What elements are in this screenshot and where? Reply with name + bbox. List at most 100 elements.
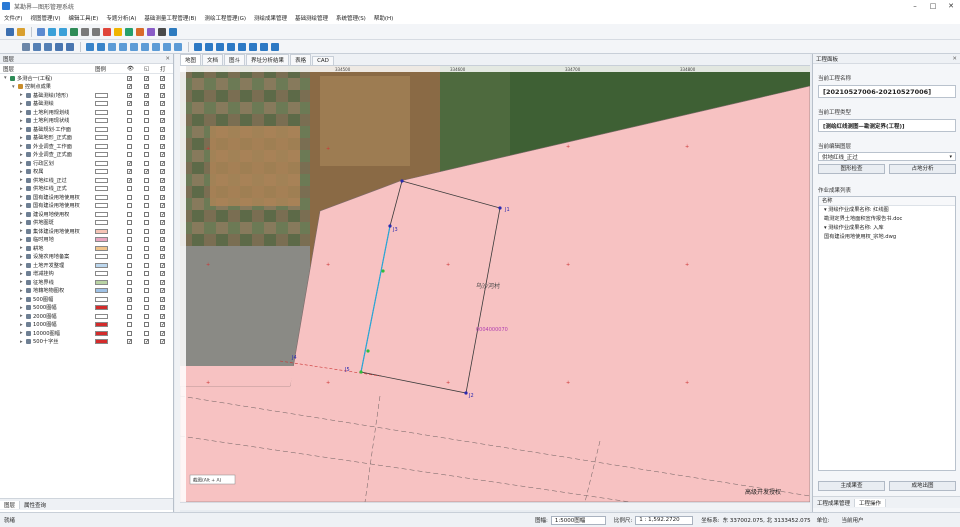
layer-tree-row[interactable]: ▸ 建设用地使用权 ✓: [0, 210, 173, 219]
layer-tree-row[interactable]: ▸ 外业调查_工作面 ✓: [0, 142, 173, 151]
edit-checkbox[interactable]: ✓: [160, 160, 165, 166]
menu-system[interactable]: 系统管理(S): [332, 14, 370, 22]
layer-tree-row[interactable]: ▸ 土地开发整理 ✓: [0, 261, 173, 270]
select-checkbox[interactable]: [144, 271, 149, 277]
layer-tree-row[interactable]: ▸ 供地图斑 ✓: [0, 219, 173, 228]
expand-icon[interactable]: ▸: [20, 143, 23, 149]
layer-tree-row[interactable]: ▸ 2000图幅 ✓: [0, 312, 173, 321]
select-checkbox[interactable]: ✓: [144, 92, 149, 98]
visible-checkbox[interactable]: ✓: [127, 169, 132, 175]
select-checkbox[interactable]: [144, 330, 149, 336]
select-checkbox[interactable]: [144, 160, 149, 166]
expand-icon[interactable]: ▸: [20, 228, 23, 234]
edit-checkbox[interactable]: ✓: [160, 143, 165, 149]
expand-icon[interactable]: ▸: [20, 262, 23, 268]
edit-checkbox[interactable]: ✓: [160, 203, 165, 209]
layer-tree-row[interactable]: ▸ 基础规划·工作面 ✓: [0, 125, 173, 134]
layer-tree-row[interactable]: ▸ 临时用地 ✓: [0, 236, 173, 245]
edit-checkbox[interactable]: ✓: [160, 92, 165, 98]
layer-tree-row[interactable]: ▾ 控制点成果 ✓ ✓ ✓: [0, 83, 173, 92]
layer-tree-row[interactable]: ▾ 多测合一(工程) ✓ ✓ ✓: [0, 74, 173, 83]
vertex-point[interactable]: [359, 370, 363, 374]
select-checkbox[interactable]: [144, 262, 149, 268]
menu-file[interactable]: 文件(F): [0, 14, 26, 22]
tab-layers[interactable]: 图层: [0, 500, 21, 509]
select-checkbox[interactable]: [144, 126, 149, 132]
expand-icon[interactable]: ▸: [20, 279, 23, 285]
layer-tree-row[interactable]: ▸ 设施农用地备案 ✓: [0, 253, 173, 262]
parcel-strip[interactable]: [180, 366, 295, 386]
expand-icon[interactable]: ▸: [20, 126, 23, 132]
reshape-icon[interactable]: [260, 42, 268, 51]
rotate-icon[interactable]: [152, 42, 160, 51]
layer-tree-row[interactable]: ▸ 基础地形_正式面 ✓: [0, 134, 173, 143]
layer-tree-row[interactable]: ▸ 供地红线_正式 ✓: [0, 185, 173, 194]
edit-checkbox[interactable]: ✓: [160, 279, 165, 285]
edit-vertex-icon[interactable]: [108, 42, 116, 51]
vertex-point[interactable]: [366, 349, 370, 353]
edit-checkbox[interactable]: ✓: [160, 194, 165, 200]
tab-attribute-query[interactable]: 属性查询: [20, 501, 50, 509]
select-checkbox[interactable]: [144, 254, 149, 260]
expand-icon[interactable]: ▸: [20, 186, 23, 192]
edit-checkbox[interactable]: ✓: [160, 271, 165, 277]
expand-icon[interactable]: ▸: [20, 296, 23, 302]
offset-icon[interactable]: [249, 42, 257, 51]
select-checkbox[interactable]: ✓: [144, 101, 149, 107]
expand-icon[interactable]: ▸: [20, 160, 23, 166]
expand-icon[interactable]: ▾: [4, 75, 7, 81]
edit-checkbox[interactable]: ✓: [160, 118, 165, 124]
tab-table[interactable]: 表格: [290, 54, 312, 65]
expand-icon[interactable]: ▸: [20, 339, 23, 345]
visible-checkbox[interactable]: ✓: [127, 177, 132, 183]
layer-tree-row[interactable]: ▸ 外业调查_正式面 ✓: [0, 151, 173, 160]
edit-checkbox[interactable]: ✓: [160, 211, 165, 217]
tab-project-operations[interactable]: 工程操作: [854, 498, 887, 507]
edit-checkbox[interactable]: ✓: [160, 254, 165, 260]
edit-checkbox[interactable]: ✓: [160, 305, 165, 311]
visible-checkbox[interactable]: [127, 126, 132, 132]
layer-tree-row[interactable]: ▸ 国有建设用地使用权 ✓: [0, 202, 173, 211]
layer-tree-row[interactable]: ▸ 土地利用规划线 ✓: [0, 108, 173, 117]
menu-survey-results[interactable]: 测绘成果管理: [250, 14, 291, 22]
main-result-button[interactable]: 主成果查: [818, 481, 885, 491]
extend-icon[interactable]: [238, 42, 246, 51]
expand-icon[interactable]: ▸: [20, 101, 23, 107]
edit-checkbox[interactable]: ✓: [160, 135, 165, 141]
layer-tree-row[interactable]: ▸ 权属 ✓ ✓ ✓: [0, 168, 173, 177]
expand-icon[interactable]: ▸: [20, 330, 23, 336]
expand-icon[interactable]: ▸: [20, 135, 23, 141]
export-map-button[interactable]: 成地出图: [889, 481, 956, 491]
tab-cad[interactable]: CAD: [312, 56, 334, 65]
identify-icon[interactable]: [103, 27, 111, 36]
copy-icon[interactable]: [33, 42, 41, 51]
close-icon[interactable]: ✕: [165, 56, 170, 62]
visible-checkbox[interactable]: [127, 271, 132, 277]
list-item[interactable]: 国有建设用地使用权_宗地.dwg: [819, 233, 955, 242]
expand-icon[interactable]: ▸: [20, 313, 23, 319]
select-checkbox[interactable]: ✓: [144, 339, 149, 345]
list-item[interactable]: ▾ 测绘作业成果名称: 红线图: [819, 206, 955, 215]
edit-layer-select[interactable]: 供地红线_正过 ▾: [818, 152, 956, 161]
layer-tree-row[interactable]: ▸ 10000图幅 ✓: [0, 329, 173, 338]
layer-tree-row[interactable]: ▸ 耕地 ✓: [0, 244, 173, 253]
visible-checkbox[interactable]: [127, 305, 132, 311]
vertex-point[interactable]: [388, 224, 392, 228]
visible-checkbox[interactable]: ✓: [127, 339, 132, 345]
full-extent-icon[interactable]: [70, 27, 78, 36]
visible-checkbox[interactable]: [127, 143, 132, 149]
expand-icon[interactable]: ▾: [12, 84, 15, 90]
vertex-point[interactable]: [464, 391, 468, 395]
menu-edit-tools[interactable]: 编辑工具(E): [65, 14, 103, 22]
select-checkbox[interactable]: [144, 296, 149, 302]
delete-icon[interactable]: [55, 42, 63, 51]
edit-checkbox[interactable]: ✓: [160, 186, 165, 192]
expand-icon[interactable]: ▸: [20, 169, 23, 175]
select-checkbox[interactable]: [144, 245, 149, 251]
select-checkbox[interactable]: [144, 322, 149, 328]
layer-tree-row[interactable]: ▸ 国有建设用地使用权 ✓: [0, 193, 173, 202]
next-view-icon[interactable]: [92, 27, 100, 36]
layer-tree-row[interactable]: ▸ 500十字丝 ✓ ✓ ✓: [0, 338, 173, 347]
expand-icon[interactable]: ▸: [20, 220, 23, 226]
tab-sheet[interactable]: 图斗: [224, 54, 246, 65]
